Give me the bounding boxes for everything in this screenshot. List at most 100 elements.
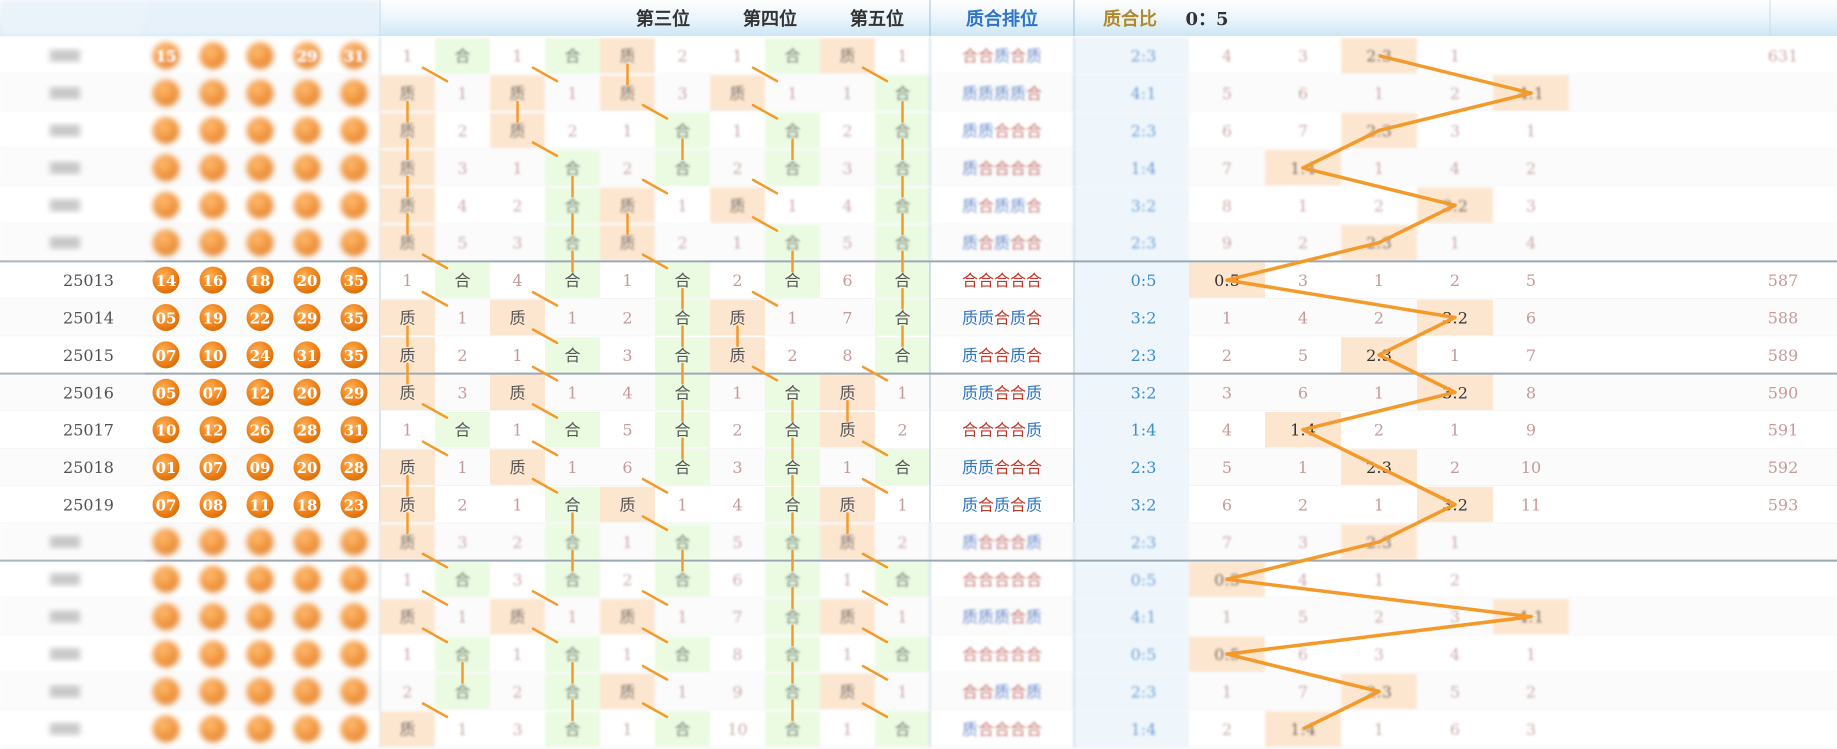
ratio-miss-cell: 8 xyxy=(1526,383,1536,402)
ratio-miss-cell: 2 xyxy=(1374,196,1384,215)
ratio-miss-cell: 7 xyxy=(1222,159,1232,178)
composite-cell: 合 xyxy=(454,570,470,589)
ratio-miss-cell: 1 xyxy=(1374,383,1384,402)
lottery-ball-number: 29 xyxy=(344,384,365,402)
lottery-ball: 05 xyxy=(152,304,180,331)
lottery-ball xyxy=(293,79,321,107)
lottery-ball xyxy=(246,117,274,144)
lottery-ball xyxy=(152,229,180,257)
lottery-ball xyxy=(293,117,321,144)
miss-count-cell: 4 xyxy=(732,496,742,515)
miss-count-cell: 1 xyxy=(622,533,632,552)
composite-cell: 合 xyxy=(564,159,580,178)
ratio-miss-cell: 3 xyxy=(1526,720,1536,739)
miss-count-cell: 2 xyxy=(457,122,467,141)
lottery-ball-number: 09 xyxy=(250,459,271,477)
lottery-ball: 26 xyxy=(246,416,274,444)
miss-count-cell: 1 xyxy=(622,720,632,739)
lottery-ball-number: 05 xyxy=(156,310,177,328)
prime-cell: 质 xyxy=(729,346,745,365)
miss-count-cell: 1 xyxy=(732,383,742,402)
composite-cell: 合 xyxy=(784,271,800,290)
lottery-ball xyxy=(199,678,227,705)
lottery-ball-number: 22 xyxy=(250,310,271,328)
lottery-ball: 05 xyxy=(152,378,180,406)
prime-cell: 质 xyxy=(399,84,415,103)
miss-count-cell: 1 xyxy=(897,47,907,66)
composite-cell: 合 xyxy=(784,683,800,702)
miss-count-cell: 1 xyxy=(457,84,467,103)
ratio-value: 2:3 xyxy=(1131,122,1157,141)
table-row: 25018 01 07 09 20 28 质 1 质 1 6 合 3 合 1 合质质合合合 2:3 5 1 2:3 2 1… xyxy=(0,448,1837,487)
miss-count-cell: 8 xyxy=(842,346,852,365)
lottery-ball xyxy=(199,640,227,668)
composite-cell: 合 xyxy=(894,645,910,664)
lottery-ball xyxy=(152,154,180,182)
lottery-ball: 29 xyxy=(293,304,321,331)
miss-count-cell: 1 xyxy=(897,683,907,702)
table-row: 质 5 3 合质 2 1 合 5 合质合质合合 2:3 9 2 2:3 1 4 xyxy=(0,224,1837,262)
ratio-miss-cell: 8 xyxy=(1222,196,1232,215)
composite-cell: 合 xyxy=(894,84,910,103)
table-header: 第三位 第四位 第五位 质合排位 质合比 0：5 xyxy=(0,0,1837,36)
lottery-ball xyxy=(340,528,368,556)
ratio-miss-cell: 6 xyxy=(1298,645,1308,664)
miss-count-cell: 1 xyxy=(457,309,467,328)
miss-count-cell: 5 xyxy=(622,421,632,440)
prime-composite-order: 质合合合合 xyxy=(962,159,1042,178)
prime-cell: 质 xyxy=(399,720,415,739)
miss-count-cell: 3 xyxy=(512,234,522,253)
table-row: 质 1 质 1 质 3 质 1 1 合质质质质合 4:1 5 6 1 2 4:1 xyxy=(0,74,1837,113)
lottery-ball-number: 05 xyxy=(156,384,177,402)
composite-cell: 合 xyxy=(564,496,580,515)
miss-count-cell: 1 xyxy=(567,608,577,627)
column-header-third-position: 第三位 xyxy=(636,8,690,30)
lottery-ball-number: 08 xyxy=(203,497,224,515)
lottery-ball: 29 xyxy=(293,42,321,70)
table-row: 25013 14 16 18 20 35 1 合 4 合 1 合 2 合 6 合合合合合合 0:5 0:5 3 1 2 5… xyxy=(0,261,1837,300)
lottery-ball xyxy=(293,678,321,705)
miss-count-cell: 7 xyxy=(842,309,852,328)
ratio-miss-cell: 1 xyxy=(1374,84,1384,103)
miss-count-cell: 1 xyxy=(677,608,687,627)
lottery-ball xyxy=(199,528,227,556)
composite-cell: 合 xyxy=(894,309,910,328)
lottery-ball-number: 28 xyxy=(344,459,365,477)
lottery-ball xyxy=(246,603,274,631)
composite-cell: 合 xyxy=(784,608,800,627)
table-body: 15 29 31 1 合 1 合质 2 1 合质 1 合合质合质 2:3 4 3 2:3 1 631质 1 质 1 质 3 质… xyxy=(0,0,1837,749)
lottery-ball xyxy=(293,229,321,257)
lottery-ball xyxy=(152,565,180,593)
miss-count-cell: 5 xyxy=(457,234,467,253)
miss-count-cell: 3 xyxy=(512,720,522,739)
lottery-ball: 11 xyxy=(246,491,274,518)
composite-cell: 合 xyxy=(564,533,580,552)
lottery-ball xyxy=(152,79,180,107)
miss-count-cell: 6 xyxy=(732,570,742,589)
ratio-miss-cell: 631 xyxy=(1768,47,1799,66)
ratio-miss-cell: 6 xyxy=(1298,84,1308,103)
lottery-ball-number: 26 xyxy=(250,422,271,440)
miss-count-cell: 1 xyxy=(842,645,852,664)
lottery-ball: 12 xyxy=(246,378,274,406)
prime-cell: 质 xyxy=(839,496,855,515)
prime-composite-order: 质合质质合 xyxy=(962,196,1042,215)
prime-cell: 质 xyxy=(509,309,525,328)
composite-cell: 合 xyxy=(564,421,580,440)
composite-cell: 合 xyxy=(894,458,910,477)
miss-count-cell: 1 xyxy=(897,496,907,515)
lottery-ball: 18 xyxy=(293,491,321,518)
miss-count-cell: 2 xyxy=(457,346,467,365)
miss-count-cell: 4 xyxy=(622,383,632,402)
ratio-miss-cell: 1 xyxy=(1222,683,1232,702)
lottery-ball-number: 31 xyxy=(344,48,365,66)
lottery-ball xyxy=(246,640,274,668)
table-row: 质 2 质 2 1 合 1 合 2 合质质合合合 2:3 6 7 2:3 3 1 xyxy=(0,111,1837,150)
miss-count-cell: 2 xyxy=(732,159,742,178)
lottery-ball-number: 31 xyxy=(297,347,318,365)
prime-cell: 质 xyxy=(509,84,525,103)
table-row: 25019 07 08 11 18 23 质 2 1 合质 1 4 合质 1 质合质合质 3:2 6 2 1 3:2 1… xyxy=(0,485,1837,524)
prime-cell: 质 xyxy=(399,533,415,552)
ratio-value: 0:5 xyxy=(1131,645,1157,664)
prime-cell: 质 xyxy=(619,47,635,66)
